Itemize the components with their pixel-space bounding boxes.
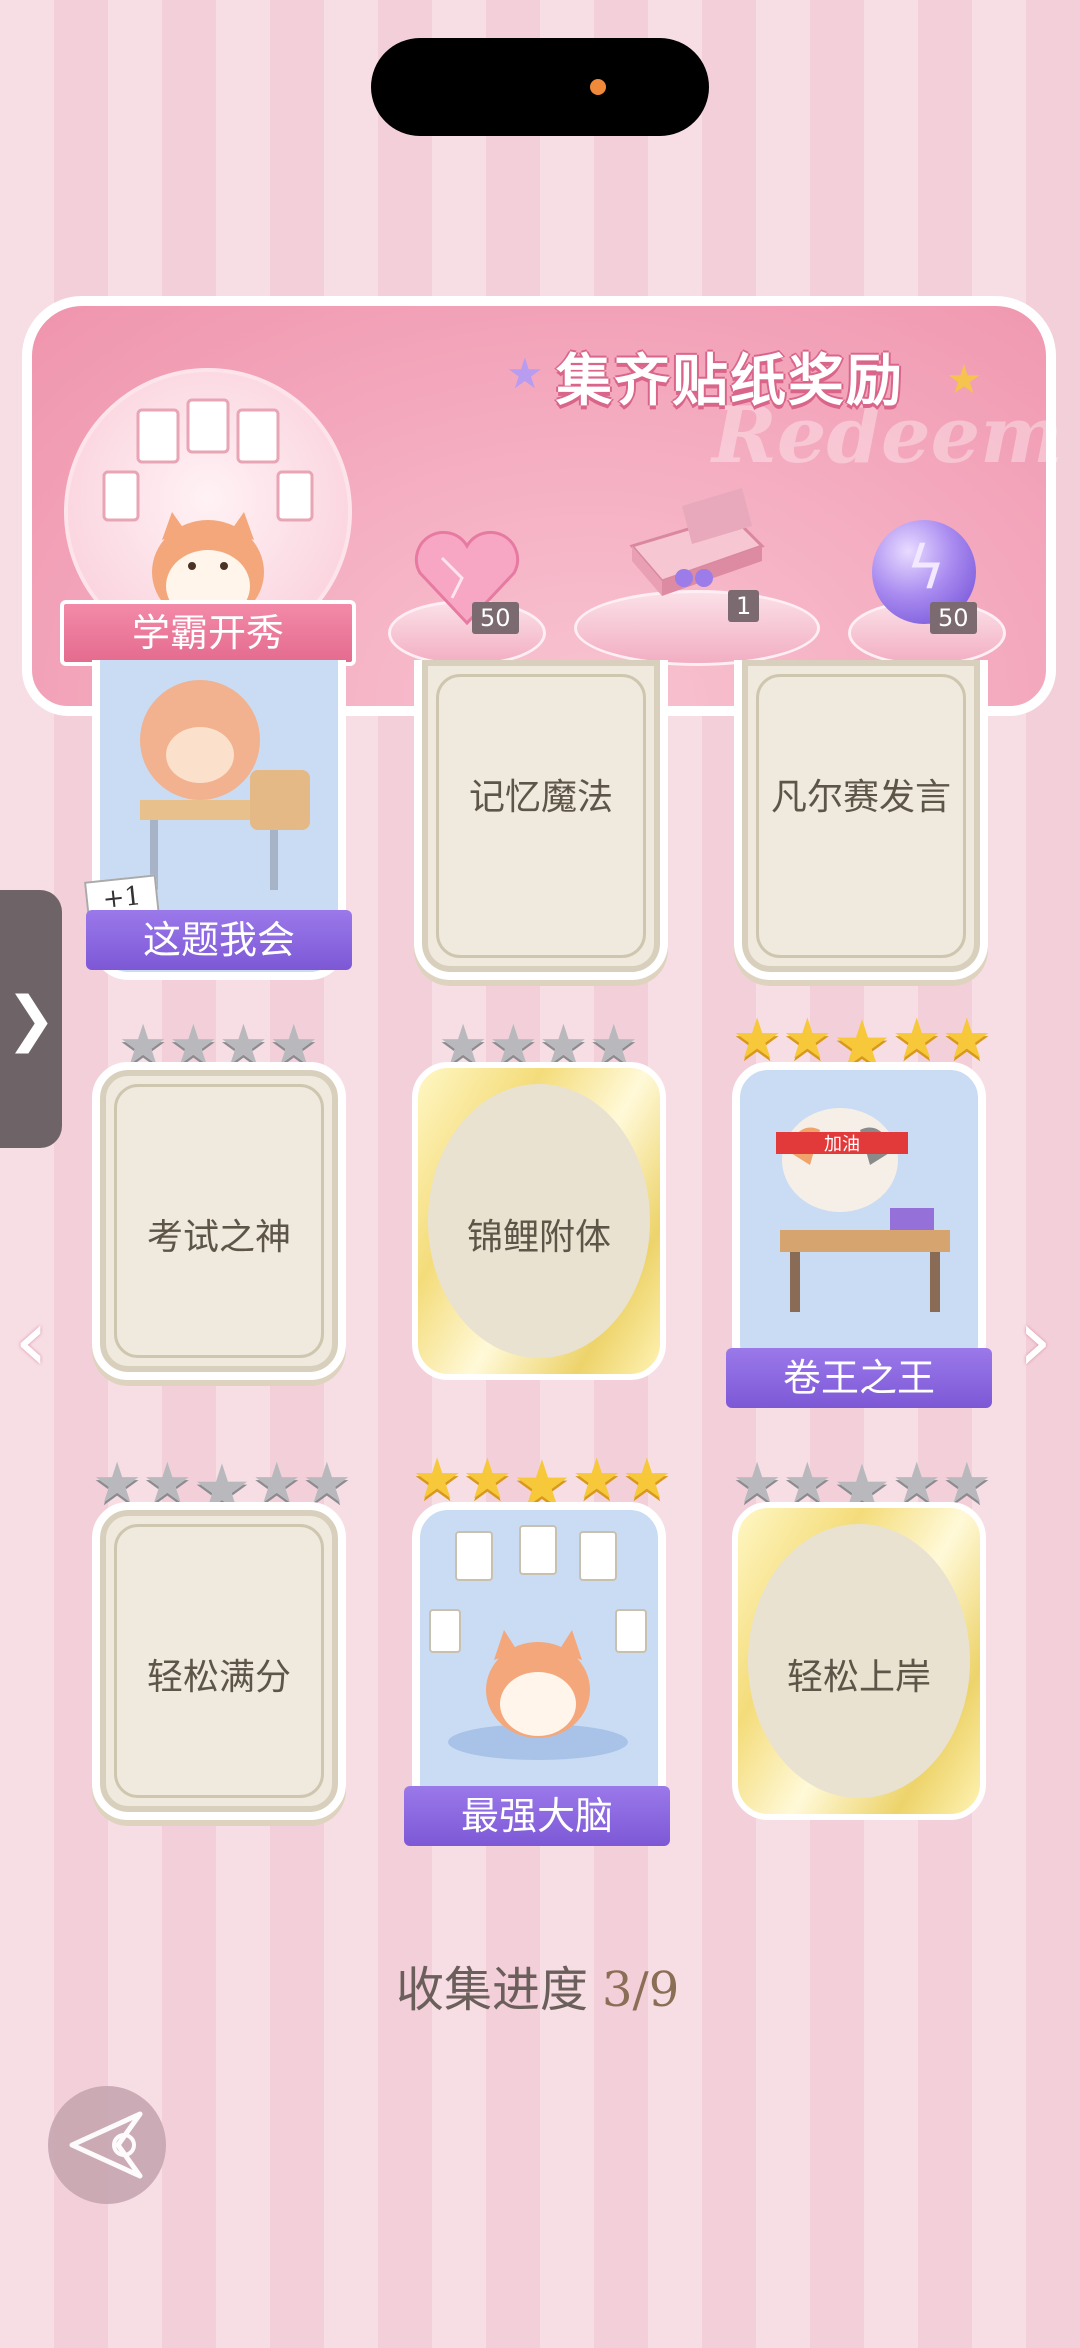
sticker-label-ribbon: 卷王之王 (726, 1348, 992, 1408)
bear-at-desk-illustration (140, 680, 310, 890)
cat-with-papers-illustration (429, 1525, 647, 1760)
share-button[interactable] (48, 2086, 166, 2204)
sticker-card-collected[interactable]: 加油 (732, 1062, 986, 1380)
sticker-label: 考试之神 (146, 1217, 291, 1258)
camera-indicator-dot (590, 79, 606, 95)
reward-count-badge: 1 (728, 590, 760, 622)
reward-count-badge: 50 (472, 602, 519, 634)
divider (0, 718, 1080, 750)
reward-count-badge: 50 (930, 602, 977, 634)
sticker-card-locked[interactable]: 锦鲤附体 (412, 1062, 666, 1380)
progress-value: 3/9 (602, 1962, 680, 2018)
sticker-card-locked[interactable]: 凡尔赛发言 (734, 660, 988, 980)
sticker-label-ribbon: 这题我会 (86, 910, 352, 970)
gold-star-icon: ★ (946, 357, 982, 403)
camera-notch (371, 38, 709, 136)
progress-label: 收集进度 (396, 1962, 589, 2018)
cat-studying-illustration: 加油 (776, 1108, 950, 1312)
sticker-label: 记忆魔法 (468, 777, 613, 818)
sticker-label-ribbon: 最强大脑 (404, 1786, 670, 1846)
purple-star-icon: ★ (506, 349, 544, 398)
prev-page-arrow-icon[interactable]: ‹ (14, 1298, 48, 1384)
sticker-card-locked[interactable]: 考试之神 (92, 1062, 346, 1380)
sticker-card-locked[interactable]: 轻松满分 (92, 1502, 346, 1820)
gift-box-icon (622, 486, 772, 606)
collection-progress: 收集进度 3/9 (396, 1950, 679, 2020)
headband-text: 加油 (824, 1134, 860, 1155)
banner-title: 集齐贴纸奖励 (556, 348, 904, 414)
sticker-label: 轻松满分 (146, 1657, 291, 1698)
next-page-arrow-icon[interactable]: › (1018, 1298, 1052, 1384)
sticker-card-locked[interactable]: 轻松上岸 (732, 1502, 986, 1820)
side-drawer-tab[interactable]: ❯ (0, 890, 62, 1148)
sticker-label: 锦鲤附体 (466, 1217, 611, 1258)
sticker-label: 凡尔赛发言 (770, 777, 951, 818)
sticker-card-collected[interactable] (412, 1502, 666, 1820)
hero-sticker-label: 学霸开秀 (60, 600, 356, 666)
sticker-label: 轻松上岸 (786, 1657, 931, 1698)
sticker-card-locked[interactable]: 记忆魔法 (414, 660, 668, 980)
chevron-right-icon: ❯ (5, 984, 57, 1054)
share-icon (69, 2111, 143, 2179)
